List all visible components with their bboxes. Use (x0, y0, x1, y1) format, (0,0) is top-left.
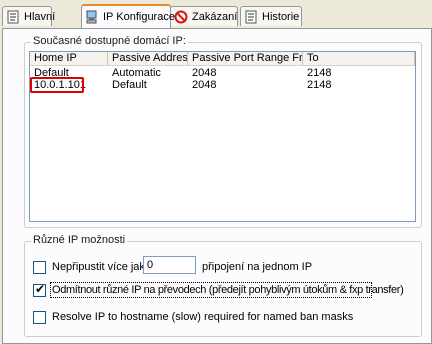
ip-list[interactable]: Home IP Passive Address Passive Port Ran… (29, 51, 416, 222)
column-header-port-to[interactable]: To (303, 52, 415, 66)
column-header-port-from[interactable]: Passive Port Range From (188, 52, 303, 66)
tab-label: Hlavní (24, 10, 56, 23)
cell-passive-address: Automatic (112, 67, 161, 79)
tab-ip-konfigurace[interactable]: IP Konfigurace (81, 4, 175, 28)
document-icon (7, 10, 19, 23)
reject-different-ip-checkbox[interactable]: ✔ (33, 282, 46, 297)
max-connections-input[interactable]: 0 (143, 256, 196, 274)
checkmark-icon: ✔ (35, 282, 46, 296)
tab-label: Historie (262, 10, 300, 23)
resolve-ip-checkbox[interactable] (33, 311, 46, 324)
reject-different-ip-label[interactable]: Odmítnout různé IP na převodech (předejí… (52, 284, 404, 296)
column-header-home-ip[interactable]: Home IP (30, 52, 108, 66)
network-computer-icon (86, 10, 97, 24)
max-connections-label: Nepřipustit více jak (52, 261, 145, 273)
tab-historie[interactable]: Historie (240, 6, 302, 26)
table-row[interactable]: Default Automatic 2048 2148 (30, 67, 415, 79)
highlight-box (30, 77, 84, 93)
list-header: Home IP Passive Address Passive Port Ran… (30, 52, 415, 66)
document-icon (245, 10, 257, 23)
tab-label: IP Konfigurace (103, 11, 175, 23)
max-connections-checkbox[interactable] (33, 261, 46, 274)
prohibited-icon (174, 10, 188, 23)
group-title: Různé IP možnosti (31, 234, 128, 246)
cell-port-to: 2148 (307, 79, 332, 91)
cell-port-from: 2048 (192, 67, 217, 79)
group-title: Současné dostupné domácí IP: (31, 35, 188, 47)
cell-passive-address: Default (112, 79, 147, 91)
cell-port-to: 2148 (307, 67, 332, 79)
tab-zakazani[interactable]: Zakázaní (170, 6, 238, 26)
tab-hlavni[interactable]: Hlavní (2, 6, 56, 26)
column-header-passive-address[interactable]: Passive Address (108, 52, 188, 66)
resolve-ip-label[interactable]: Resolve IP to hostname (slow) required f… (52, 311, 353, 323)
table-row[interactable]: 10.0.1.101 Default 2048 2148 (30, 79, 415, 91)
max-connections-suffix-label: připojení na jednom IP (202, 261, 313, 273)
cell-port-from: 2048 (192, 79, 217, 91)
tab-label: Zakázaní (192, 10, 238, 23)
